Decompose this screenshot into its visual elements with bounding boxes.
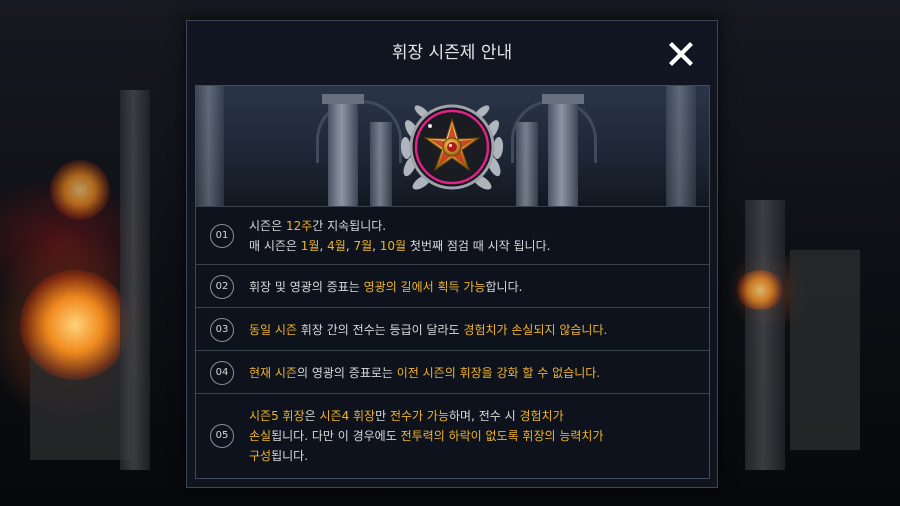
body-text: 합니다. <box>485 279 523 294</box>
banner-column <box>666 86 696 206</box>
highlight-text: 현재 시즌 <box>249 365 297 380</box>
highlight-text: 영광의 길에서 획득 가능 <box>363 279 486 294</box>
banner-column <box>196 86 224 206</box>
notice-row: 04 현재 시즌의 영광의 증표로는 이전 시즌의 휘장을 강화 할 수 없습니다… <box>196 350 709 394</box>
brazier-fire-right <box>735 270 785 310</box>
notice-row: 01 시즌은 12주간 지속됩니다. 매 시즌은 1월, 4월, 7월, 10월 첫… <box>196 206 709 265</box>
body-text: 휘장 및 영광의 증표는 <box>249 279 364 294</box>
notice-number-badge: 05 <box>210 424 234 448</box>
notice-number-badge: 03 <box>210 317 234 342</box>
highlight-text: 10월 <box>379 239 407 253</box>
highlight-text: 시즌4 휘장 <box>319 409 376 423</box>
notice-number-badge: 01 <box>210 224 234 248</box>
body-text: 휘장 간의 전수는 등급이 달라도 <box>296 322 464 337</box>
highlight-text: 경험치가 손실되지 않습니다. <box>463 322 608 337</box>
notice-line: 시즌은 12주간 지속됩니다. <box>249 216 699 236</box>
notice-line: 휘장 및 영광의 증표는 영광의 길에서 획득 가능합니다. <box>249 277 699 297</box>
notice-panel: 01 시즌은 12주간 지속됩니다. 매 시즌은 1월, 4월, 7월, 10월 첫… <box>195 85 710 479</box>
highlight-text: 7월 <box>353 239 373 253</box>
highlight-text: 1월 <box>300 239 320 253</box>
notice-text: 현재 시즌의 영광의 증표로는 이전 시즌의 휘장을 강화 할 수 없습니다. <box>249 363 699 383</box>
notice-number-badge: 02 <box>210 274 234 299</box>
notice-line: 매 시즌은 1월, 4월, 7월, 10월 첫번째 점검 때 시작 됩니다. <box>249 236 699 256</box>
highlight-text: 전투력의 하락이 없도록 휘장의 능력치가 <box>400 429 604 443</box>
medal-emblem-icon <box>400 104 504 190</box>
notice-row: 03 동일 시즌 휘장 간의 전수는 등급이 달라도 경험치가 손실되지 않습니다… <box>196 307 709 351</box>
banner-column-capital <box>542 94 584 104</box>
highlight-text: 전수가 가능 <box>389 409 449 423</box>
body-text: 됩니다. 다만 이 경우에도 <box>271 429 401 443</box>
pillar-left <box>120 90 150 470</box>
season-guide-dialog: 휘장 시즌제 안내 01 시즌은 12주간 지속됩니다. 매 시즌은 1월, 4… <box>186 20 718 488</box>
banner-column <box>370 122 392 206</box>
notice-text: 휘장 및 영광의 증표는 영광의 길에서 획득 가능합니다. <box>249 277 699 297</box>
notice-row: 05 시즌5 휘장은 시즌4 휘장만 전수가 가능하며, 전수 시 경험치가 손실됩… <box>196 393 709 478</box>
banner-column <box>328 102 358 206</box>
banner-column-capital <box>322 94 364 104</box>
body-text: 의 영광의 증표로는 <box>296 365 397 380</box>
notice-line: 현재 시즌의 영광의 증표로는 이전 시즌의 휘장을 강화 할 수 없습니다. <box>249 363 699 383</box>
notice-line: 손실됩니다. 다만 이 경우에도 전투력의 하락이 없도록 휘장의 능력치가 <box>249 426 699 446</box>
body-text: , <box>372 239 380 253</box>
brazier-fire-left <box>20 270 130 380</box>
pillar-right <box>745 200 785 470</box>
body-text: 은 <box>304 409 320 423</box>
highlight-text: 이전 시즌의 휘장을 강화 할 수 없습니다. <box>396 365 601 380</box>
highlight-text: 시즌5 휘장 <box>249 409 305 423</box>
notice-row: 02 휘장 및 영광의 증표는 영광의 길에서 획득 가능합니다. <box>196 264 709 308</box>
banner-column <box>548 102 578 206</box>
highlight-text: 경험치가 <box>519 409 564 423</box>
body-text: 하며, 전수 시 <box>448 409 520 423</box>
notice-line: 구성됩니다. <box>249 446 699 466</box>
emblem-banner <box>196 86 709 206</box>
highlight-text: 손실 <box>249 429 272 443</box>
brazier-fire-upper-left <box>50 160 110 220</box>
close-icon <box>669 42 693 66</box>
notice-text: 동일 시즌 휘장 간의 전수는 등급이 달라도 경험치가 손실되지 않습니다. <box>249 320 699 340</box>
body-text: 됩니다. <box>271 449 309 463</box>
body-text: 만 <box>375 409 390 423</box>
highlight-text: 구성 <box>249 449 272 463</box>
stone-railing-right <box>790 250 860 450</box>
body-text: 시즌은 <box>249 219 286 233</box>
highlight-text: 동일 시즌 <box>249 322 297 337</box>
notice-number-badge: 04 <box>210 360 234 385</box>
highlight-text: 12주 <box>285 219 313 233</box>
body-text: , <box>319 239 328 253</box>
close-button[interactable] <box>667 40 695 68</box>
notice-text: 시즌은 12주간 지속됩니다. 매 시즌은 1월, 4월, 7월, 10월 첫번째… <box>249 216 699 256</box>
notice-text: 시즌5 휘장은 시즌4 휘장만 전수가 가능하며, 전수 시 경험치가 손실됩니다… <box>249 406 699 466</box>
body-text: 매 시즌은 <box>249 239 301 253</box>
highlight-text: 4월 <box>327 239 346 253</box>
notice-line: 시즌5 휘장은 시즌4 휘장만 전수가 가능하며, 전수 시 경험치가 <box>249 406 699 426</box>
body-text: 간 지속됩니다. <box>312 219 387 233</box>
dialog-title: 휘장 시즌제 안내 <box>391 43 513 63</box>
banner-column <box>516 122 538 206</box>
body-text: 첫번째 점검 때 시작 됩니다. <box>406 239 551 253</box>
notice-line: 동일 시즌 휘장 간의 전수는 등급이 달라도 경험치가 손실되지 않습니다. <box>249 320 699 340</box>
